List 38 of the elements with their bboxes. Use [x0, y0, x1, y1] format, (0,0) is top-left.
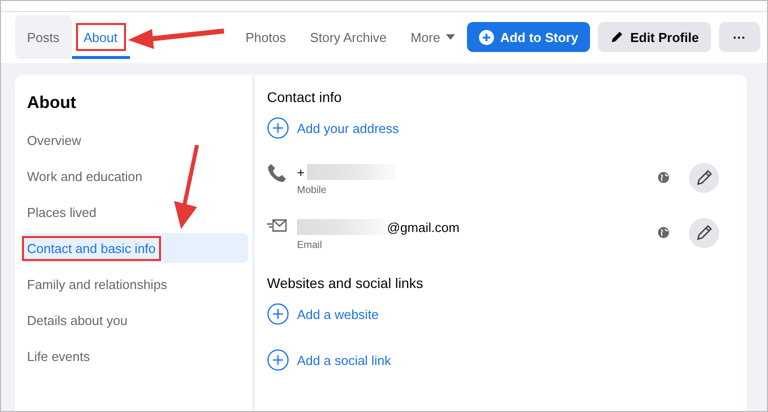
sidebar-item[interactable]: Places lived: [21, 197, 248, 227]
contact-value: +: [297, 164, 305, 180]
sidebar-item[interactable]: Overview: [21, 125, 248, 155]
sidebar-item[interactable]: Work and education: [21, 161, 248, 191]
add-icon: [267, 303, 289, 325]
profile-tab[interactable]: About: [72, 15, 130, 59]
contact-caption: Mobile: [297, 185, 328, 196]
edit-button[interactable]: [689, 218, 719, 248]
profile-tab[interactable]: Photos: [234, 15, 298, 59]
contact-value: @gmail.com: [387, 220, 460, 234]
action-button[interactable]: Add to Story: [467, 22, 590, 52]
sidebar-item[interactable]: Details about you: [21, 305, 248, 335]
phone-icon: [267, 163, 287, 183]
profile-tab[interactable]: More: [398, 15, 468, 59]
section-title: Websites and social links: [267, 275, 424, 291]
contact-caption: Email: [297, 240, 324, 251]
sidebar-item[interactable]: Contact and basic info: [21, 233, 248, 263]
pencil-icon: [695, 224, 713, 242]
profile-tab[interactable]: Story Archive: [298, 15, 399, 59]
add-link[interactable]: Add a website: [297, 306, 379, 322]
sidebar-item[interactable]: Life events: [21, 341, 248, 371]
sidebar-title: About: [26, 92, 78, 114]
add-icon: [267, 349, 289, 371]
pencil-icon: [610, 30, 624, 44]
profile-tab[interactable]: Posts: [15, 15, 72, 59]
section-title: Contact info: [267, 89, 343, 105]
pencil-icon: [695, 169, 713, 187]
globe-icon: [658, 227, 669, 238]
add-icon: [267, 117, 289, 139]
sidebar-item[interactable]: Family and relationships: [21, 269, 248, 299]
action-button[interactable]: Edit Profile: [598, 22, 711, 52]
edit-button[interactable]: [689, 163, 719, 193]
action-button[interactable]: ···: [718, 22, 760, 52]
globe-icon: [658, 172, 669, 183]
plus-icon: [479, 30, 494, 44]
add-link[interactable]: Add your address: [297, 120, 399, 136]
add-link[interactable]: Add a social link: [297, 352, 391, 368]
envelope-icon: [267, 218, 287, 232]
